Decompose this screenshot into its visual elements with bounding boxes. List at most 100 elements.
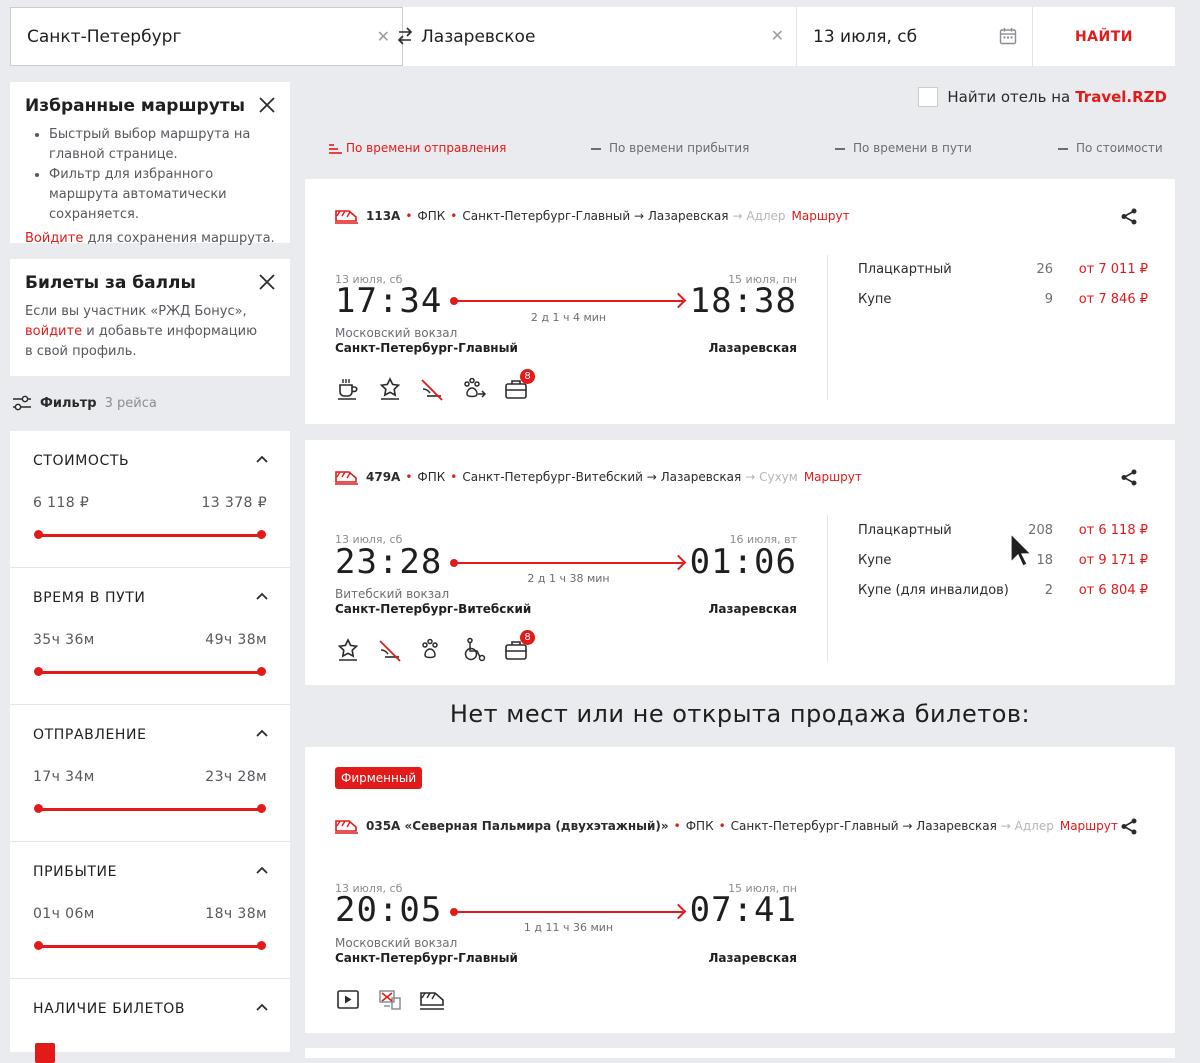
availability-checkbox[interactable]: [35, 1043, 55, 1063]
chevron-up-icon[interactable]: [256, 592, 268, 600]
route-link[interactable]: Маршрут: [792, 209, 850, 223]
car-class: Плацкартный: [858, 523, 952, 538]
clear-to-icon[interactable]: ✕: [771, 26, 784, 45]
carrier: ФПК: [685, 819, 714, 833]
bonus-text-line2: войдите и добавьте информацию: [25, 322, 275, 342]
route-link[interactable]: Маршрут: [804, 470, 862, 484]
trip-line: [450, 297, 683, 305]
train-card[interactable]: Фирменный 035А «Северная Пальмира (двухэ…: [305, 747, 1175, 1033]
range-track[interactable]: [38, 945, 262, 948]
range-handle-min[interactable]: [34, 530, 43, 539]
departure-station: Санкт-Петербург-Витебский: [335, 602, 532, 616]
seat-count: 2: [1044, 583, 1053, 598]
route-link[interactable]: Маршрут: [1060, 819, 1118, 833]
from-field[interactable]: Санкт-Петербург ✕: [10, 7, 403, 66]
range-track[interactable]: [38, 534, 262, 537]
share-icon[interactable]: [1121, 469, 1137, 486]
share-icon[interactable]: [1121, 818, 1137, 835]
filter-title: НАЛИЧИЕ БИЛЕТОВ: [33, 1001, 186, 1017]
train-card[interactable]: [305, 1048, 1175, 1058]
sort-departure[interactable]: По времени отправления: [329, 141, 506, 155]
range-handle-min[interactable]: [34, 804, 43, 813]
price: от 6 804 ₽: [1078, 583, 1148, 598]
hotel-link[interactable]: Travel.RZD: [1075, 88, 1167, 106]
chevron-up-icon[interactable]: [256, 1003, 268, 1011]
bonus-text3: в свой профиль.: [25, 344, 137, 359]
video-icon: [335, 987, 361, 1013]
calendar-icon[interactable]: [999, 27, 1017, 45]
from-to: Санкт-Петербург-Главный → Лазаревская: [462, 209, 729, 223]
car-class: Плацкартный: [858, 262, 952, 277]
service-icons: 8: [335, 630, 535, 663]
clear-from-icon[interactable]: ✕: [377, 27, 390, 46]
filter-title: ПРИБЫТИЕ: [33, 864, 118, 880]
luggage-icon: 8: [503, 369, 535, 402]
find-button[interactable]: НАЙТИ: [1033, 7, 1175, 66]
no-smoking-icon: [377, 637, 403, 663]
range-min: 6 118 ₽: [33, 495, 90, 511]
price-row[interactable]: Купе 9 от 7 846 ₽: [858, 292, 1148, 322]
sort-arrival[interactable]: По времени прибытия: [591, 141, 749, 155]
seat-count: 26: [1036, 262, 1053, 277]
arrival-station: Лазаревская: [708, 341, 797, 355]
share-icon[interactable]: [1121, 208, 1137, 225]
close-icon[interactable]: [258, 273, 276, 291]
date-value: 13 июля, сб: [813, 26, 918, 47]
range-handle-max[interactable]: [257, 667, 266, 676]
price: от 7 846 ₽: [1078, 292, 1148, 307]
service-icons: 8: [335, 369, 535, 402]
range-handle-max[interactable]: [257, 941, 266, 950]
filter-arrival: ПРИБЫТИЕ 01ч 06м 18ч 38м: [10, 842, 290, 979]
range-track[interactable]: [38, 808, 262, 811]
trip-line: [450, 559, 683, 567]
price-row[interactable]: Плацкартный 26 от 7 011 ₽: [858, 262, 1148, 292]
chevron-up-icon[interactable]: [256, 455, 268, 463]
bonus-text1: Если вы участник «РЖД Бонус»,: [25, 304, 247, 319]
bonus-title: Билеты за баллы: [25, 273, 196, 293]
filter-header[interactable]: Фильтр 3 рейса: [12, 394, 157, 412]
arrival-time: 01:06: [689, 542, 797, 582]
range-handle-min[interactable]: [34, 941, 43, 950]
departure-station: Санкт-Петербург-Главный: [335, 341, 518, 355]
train-card[interactable]: 479А • ФПК • Санкт-Петербург-Витебский →…: [305, 440, 1175, 685]
train-number: 035А «Северная Пальмира (двухэтажный)»: [366, 819, 669, 833]
sort-cost[interactable]: По стоимости: [1058, 141, 1163, 155]
close-icon[interactable]: [258, 96, 276, 114]
favorites-item: Фильтр для избранного маршрута автоматич…: [49, 165, 275, 225]
swap-icon[interactable]: [396, 24, 414, 48]
range-handle-max[interactable]: [257, 804, 266, 813]
range-handle-min[interactable]: [34, 667, 43, 676]
hotel-search[interactable]: Найти отель на Travel.RZD: [918, 87, 1167, 107]
date-field[interactable]: 13 июля, сб: [797, 7, 1033, 66]
bonus-login-link[interactable]: войдите: [25, 324, 82, 339]
divider: [827, 515, 828, 662]
hotel-checkbox[interactable]: [918, 87, 939, 107]
favorites-item: Быстрый выбор маршрута на главной страни…: [49, 125, 275, 165]
train-header: 113А • ФПК • Санкт-Петербург-Главный → Л…: [335, 208, 850, 224]
arrival-time: 07:41: [689, 890, 797, 930]
price-row[interactable]: Купе (для инвалидов) 2 от 6 804 ₽: [858, 583, 1148, 613]
filter-availability: НАЛИЧИЕ БИЛЕТОВ: [10, 979, 290, 1063]
favorites-login-text: Войдите для сохранения маршрута.: [25, 229, 275, 249]
trip-line: [450, 908, 683, 916]
seat-count: 18: [1036, 553, 1053, 568]
sort-travel-time[interactable]: По времени в пути: [835, 141, 972, 155]
filter-cost: СТОИМОСТЬ 6 118 ₽ 13 378 ₽: [10, 431, 290, 568]
destination: → Сухум: [745, 470, 798, 484]
login-link[interactable]: Войдите: [25, 231, 83, 246]
train-card[interactable]: 113А • ФПК • Санкт-Петербург-Главный → Л…: [305, 179, 1175, 424]
chevron-up-icon[interactable]: [256, 866, 268, 874]
from-to: Санкт-Петербург-Витебский → Лазаревская: [462, 470, 742, 484]
chevron-up-icon[interactable]: [256, 729, 268, 737]
departure-station-sub: Витебский вокзал: [335, 587, 450, 601]
separator-dot: •: [450, 470, 458, 484]
range-handle-max[interactable]: [257, 530, 266, 539]
filter-title: ВРЕМЯ В ПУТИ: [33, 590, 146, 606]
to-value: Лазаревское: [421, 26, 536, 47]
price-row[interactable]: Купе 18 от 9 171 ₽: [858, 553, 1148, 583]
price-row[interactable]: Плацкартный 208 от 6 118 ₽: [858, 523, 1148, 553]
to-field[interactable]: Лазаревское ✕: [403, 7, 797, 66]
range-track[interactable]: [38, 671, 262, 674]
departure-time: 20:05: [335, 890, 443, 930]
hotel-text: Найти отель на: [947, 88, 1071, 106]
